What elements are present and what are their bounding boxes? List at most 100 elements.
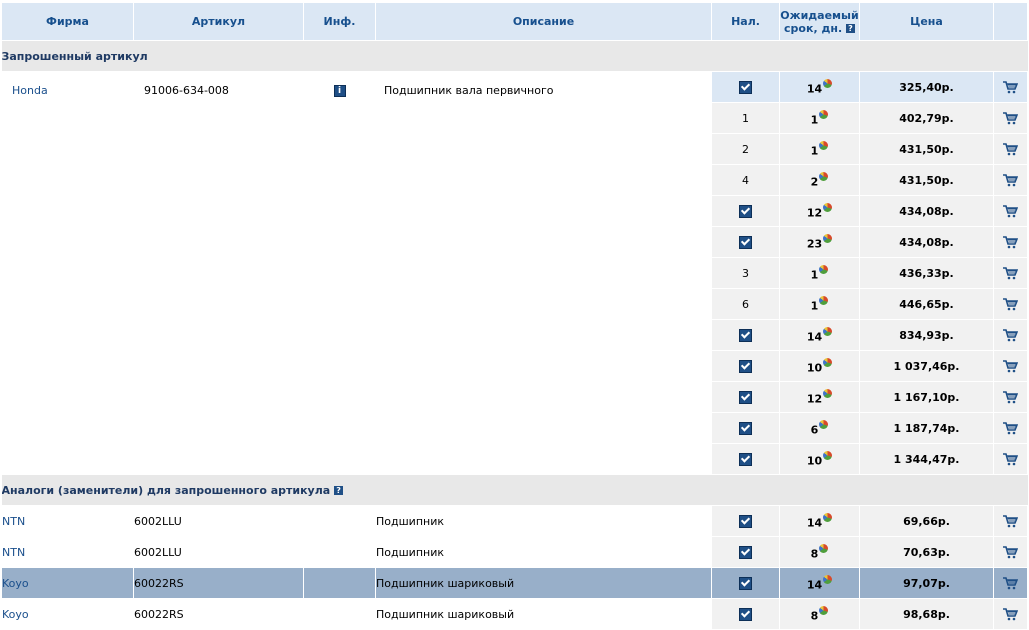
cart-icon[interactable] [1003,204,1018,218]
cart-icon[interactable] [1003,452,1018,466]
delivery-days: 23 [806,237,823,251]
article-cell: 6002LLU [133,536,304,568]
cart-icon[interactable] [1003,607,1018,621]
availability-cell [711,505,780,537]
delivery-days: 14 [806,330,823,344]
firm-link[interactable]: Honda [12,84,48,97]
help-icon[interactable]: ? [334,486,344,495]
delivery-stats-icon[interactable] [823,388,833,398]
cart-icon[interactable] [1003,173,1018,187]
delivery-stats-icon[interactable] [823,233,833,243]
delivery-days: 10 [806,361,823,375]
cart-icon[interactable] [1003,142,1018,156]
offer-row[interactable]: Honda 91006-634-008 i Подшипник вала первич… [1,71,1028,475]
analog-row[interactable]: Koyo 60022RS Подшипник шариковый 14 97,07р. [1,567,1028,599]
cart-icon[interactable] [1003,545,1018,559]
delivery-stats-icon[interactable] [823,202,833,212]
cart-cell [993,226,1028,258]
in-stock-checkbox [739,576,752,590]
section-title: Аналоги (заменители) для запрошенного ар… [1,483,331,497]
in-stock-checkbox [739,359,752,373]
section-requested: Запрошенный артикул [1,40,1028,72]
delivery-stats-icon[interactable] [819,171,829,181]
cart-icon[interactable] [1003,235,1018,249]
info-cell [303,598,376,630]
col-header-description[interactable]: Описание [375,2,712,41]
article-cell: 91006-634-008 [133,71,304,475]
firm-cell: Koyo [1,567,134,599]
cart-cell [993,381,1028,413]
col-header-availability[interactable]: Нал. [711,2,780,41]
cart-icon[interactable] [1003,328,1018,342]
delivery-stats-icon[interactable] [819,419,829,429]
description-cell: Подшипник шариковый [375,567,712,599]
firm-link[interactable]: Koyo [3,608,29,621]
price-cell: 98,68р. [859,598,994,630]
delivery-stats-icon[interactable] [819,543,829,553]
delivery-stats-icon[interactable] [823,450,833,460]
col-header-article[interactable]: Артикул [133,2,304,41]
days-cell: 2 [779,164,860,196]
cart-icon[interactable] [1003,390,1018,404]
info-cell: i [303,71,376,475]
delivery-stats-icon[interactable] [823,574,833,584]
col-header-days[interactable]: Ожидаемый срок, дн. ? [779,2,860,41]
in-stock-checkbox [739,390,752,404]
cart-icon[interactable] [1003,266,1018,280]
cart-cell [993,598,1028,630]
availability-cell [711,536,780,568]
in-stock-checkbox [739,80,752,94]
col-header-price[interactable]: Цена [859,2,994,41]
price-cell: 1 037,46р. [859,350,994,382]
cart-icon[interactable] [1003,359,1018,373]
in-stock-checkbox [739,328,752,342]
cart-cell [993,71,1028,103]
cart-icon[interactable] [1003,80,1018,94]
delivery-days: 2 [810,175,819,189]
cart-icon[interactable] [1003,576,1018,590]
firm-cell: NTN [1,536,134,568]
price-cell: 434,08р. [859,195,994,227]
delivery-stats-icon[interactable] [819,109,829,119]
cart-cell [993,567,1028,599]
days-cell: 10 [779,443,860,475]
table-header: Фирма Артикул Инф. Описание Нал. Ожидаем… [1,2,1028,41]
delivery-stats-icon[interactable] [823,78,833,88]
cart-icon[interactable] [1003,111,1018,125]
firm-link[interactable]: Koyo [3,577,29,590]
delivery-days: 6 [810,423,819,437]
days-cell: 14 [779,71,860,103]
delivery-stats-icon[interactable] [819,295,829,305]
analog-row[interactable]: NTN 6002LLU Подшипник 8 70,63р. [1,536,1028,568]
delivery-stats-icon[interactable] [823,326,833,336]
delivery-stats-icon[interactable] [819,605,829,615]
days-cell: 8 [779,536,860,568]
delivery-stats-icon[interactable] [823,357,833,367]
firm-link[interactable]: NTN [3,546,26,559]
price-cell: 70,63р. [859,536,994,568]
delivery-stats-icon[interactable] [819,140,829,150]
cart-cell [993,319,1028,351]
firm-link[interactable]: NTN [3,515,26,528]
cart-icon[interactable] [1003,421,1018,435]
cart-cell [993,505,1028,537]
analog-row[interactable]: Koyo 60022RS Подшипник шариковый 8 98,68р. [1,598,1028,630]
analog-row[interactable]: NTN 6002LLU Подшипник 14 69,66р. [1,505,1028,537]
firm-cell: NTN [1,505,134,537]
days-cell: 12 [779,195,860,227]
price-cell: 436,33р. [859,257,994,289]
delivery-days: 12 [806,392,823,406]
cart-icon[interactable] [1003,514,1018,528]
days-cell: 1 [779,288,860,320]
delivery-stats-icon[interactable] [823,512,833,522]
help-icon[interactable]: ? [845,24,855,33]
price-cell: 834,93р. [859,319,994,351]
price-cell: 434,08р. [859,226,994,258]
description-cell: Подшипник [375,536,712,568]
price-cell: 431,50р. [859,133,994,165]
delivery-stats-icon[interactable] [819,264,829,274]
col-header-firm[interactable]: Фирма [1,2,134,41]
cart-icon[interactable] [1003,297,1018,311]
days-cell: 6 [779,412,860,444]
info-icon[interactable]: i [333,85,346,97]
